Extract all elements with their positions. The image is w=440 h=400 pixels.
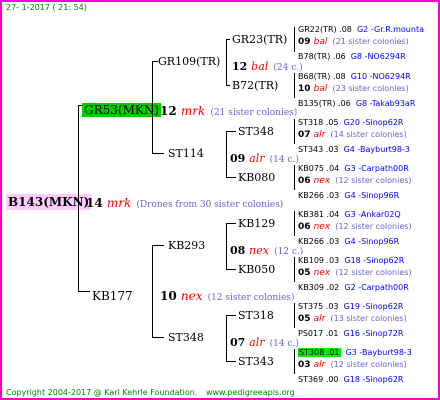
copyright-text: Copyright 2004-2017 @ Karl Kehrle Founda…: [6, 388, 198, 397]
l1-queen-0[interactable]: GR53(MKN): [82, 99, 162, 118]
l2-gen-info-0: 12 bal (24 c.): [232, 60, 303, 73]
l3-bracket: [294, 27, 295, 52]
l3-bracket: [294, 73, 295, 98]
l1-gen-info-1: 10 nex (12 sister colonies): [160, 289, 295, 303]
l3-bracket: [294, 119, 295, 144]
l3-queen-3[interactable]: KB080: [238, 171, 275, 184]
l4-bot-name[interactable]: PS017 .01: [298, 329, 338, 338]
root-gen-info: 14 mrk (Drones from 30 sister colonies): [86, 192, 283, 211]
l3-bracket: [294, 349, 295, 374]
l4-bot-code: G4 -Bayburt98-3: [343, 145, 410, 154]
l2-gen-info-2: 08 nex (12 c.): [230, 244, 304, 257]
root-bracket: [78, 105, 79, 292]
l2-queen-0[interactable]: GR109(TR): [158, 55, 220, 68]
l2-queen-2[interactable]: KB293: [168, 239, 205, 252]
l3-queen-1[interactable]: B72(TR): [232, 79, 278, 92]
l4-bot-code: G2 -Carpath00R: [344, 283, 409, 292]
root-note: (Drones from 30 sister colonies): [136, 200, 284, 210]
l4-bot-code: G8 -NO6294R: [350, 52, 406, 61]
l2-branch: [226, 223, 236, 224]
l4-bot-code: G4 -Sinop96R: [344, 237, 400, 246]
l3-bracket: [294, 165, 295, 190]
l1-branch: [152, 337, 164, 338]
l3-queen-5[interactable]: KB050: [238, 263, 275, 276]
l2-queen-3[interactable]: ST348: [168, 331, 204, 344]
l2-branch: [226, 39, 230, 40]
l2-branch: [226, 85, 230, 86]
l4-bot-name[interactable]: ST343 .03: [298, 145, 339, 154]
l4-bot-code: G8 -Takab93aR: [355, 99, 416, 108]
l1-bracket-1: [152, 245, 153, 337]
l1-gen-info-0: 12 mrk (21 sister colonies): [160, 104, 298, 118]
l4-bot-name[interactable]: KB309 .02: [298, 283, 339, 292]
l2-gen-info-1: 09 alr (14 c.): [230, 152, 299, 165]
l3-bracket: [294, 303, 295, 328]
l3-queen-7[interactable]: ST343: [238, 355, 274, 368]
header-date: 27- 1-2017 ( 21: 54): [6, 3, 87, 12]
l3-queen-6[interactable]: ST318: [238, 309, 274, 322]
l2-bracket: [226, 39, 227, 85]
l1-bracket-0: [152, 61, 153, 153]
l2-branch: [226, 131, 236, 132]
l2-gen-info-3: 07 alr (14 c.): [230, 336, 299, 349]
l3-bracket: [294, 257, 295, 282]
root-branch-bottom: [78, 291, 90, 292]
l3-queen-4[interactable]: KB129: [238, 217, 275, 230]
l2-bracket: [226, 131, 227, 177]
l4-bot-name[interactable]: KB266 .03: [298, 191, 339, 200]
l4-bot-name[interactable]: ST369 .00: [298, 375, 339, 384]
l2-branch: [226, 177, 236, 178]
l4-bot-code: G18 -Sinop62R: [343, 375, 404, 384]
root-gen: 14 mrk: [86, 196, 132, 210]
l2-branch: [226, 361, 236, 362]
l3-bracket: [294, 211, 295, 236]
site-link[interactable]: www.pedigreeapis.org: [206, 388, 295, 397]
footer-copyright: Copyright 2004-2017 @ Karl Kehrle Founda…: [6, 388, 295, 397]
l2-bracket: [226, 315, 227, 361]
l1-branch: [152, 245, 164, 246]
l2-branch: [226, 315, 236, 316]
l3-queen-0[interactable]: GR23(TR): [232, 33, 287, 46]
l3-queen-2[interactable]: ST348: [238, 125, 274, 138]
l2-branch: [226, 269, 236, 270]
l4-bot-name[interactable]: KB266 .03: [298, 237, 339, 246]
l2-bracket: [226, 223, 227, 269]
l4-bot-code: G16 -Sinop72R: [343, 329, 404, 338]
l4-bot-code: G4 -Sinop96R: [344, 191, 400, 200]
l2-queen-1[interactable]: ST114: [168, 147, 204, 160]
l4-bot-name[interactable]: B135(TR) .06: [298, 99, 351, 108]
l1-branch: [152, 153, 164, 154]
l1-queen-1[interactable]: KB177: [92, 285, 133, 304]
l4-bot-name[interactable]: B78(TR) .06: [298, 52, 346, 61]
